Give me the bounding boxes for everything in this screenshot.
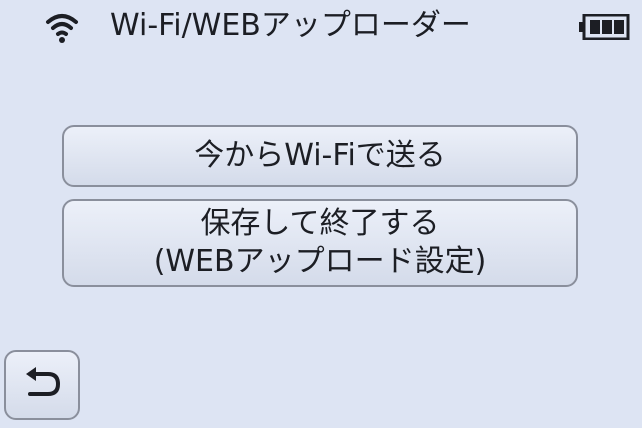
back-button[interactable] xyxy=(4,350,80,420)
wifi-signal-icon xyxy=(44,10,80,46)
screen-title: Wi-Fi/WEBアップローダー xyxy=(110,8,471,43)
save-and-exit-label: 保存して終了する xyxy=(200,206,440,241)
web-upload-settings-label: (WEBアップロード設定) xyxy=(153,244,487,279)
send-via-wifi-now-button[interactable]: 今からWi-Fiで送る xyxy=(62,125,578,187)
header-bar: Wi-Fi/WEBアップローダー xyxy=(0,0,642,62)
battery-icon xyxy=(578,13,630,41)
return-arrow-icon xyxy=(22,366,62,404)
save-and-exit-button[interactable]: 保存して終了する (WEBアップロード設定) xyxy=(62,199,578,287)
send-via-wifi-now-label: 今からWi-Fiで送る xyxy=(194,138,446,173)
